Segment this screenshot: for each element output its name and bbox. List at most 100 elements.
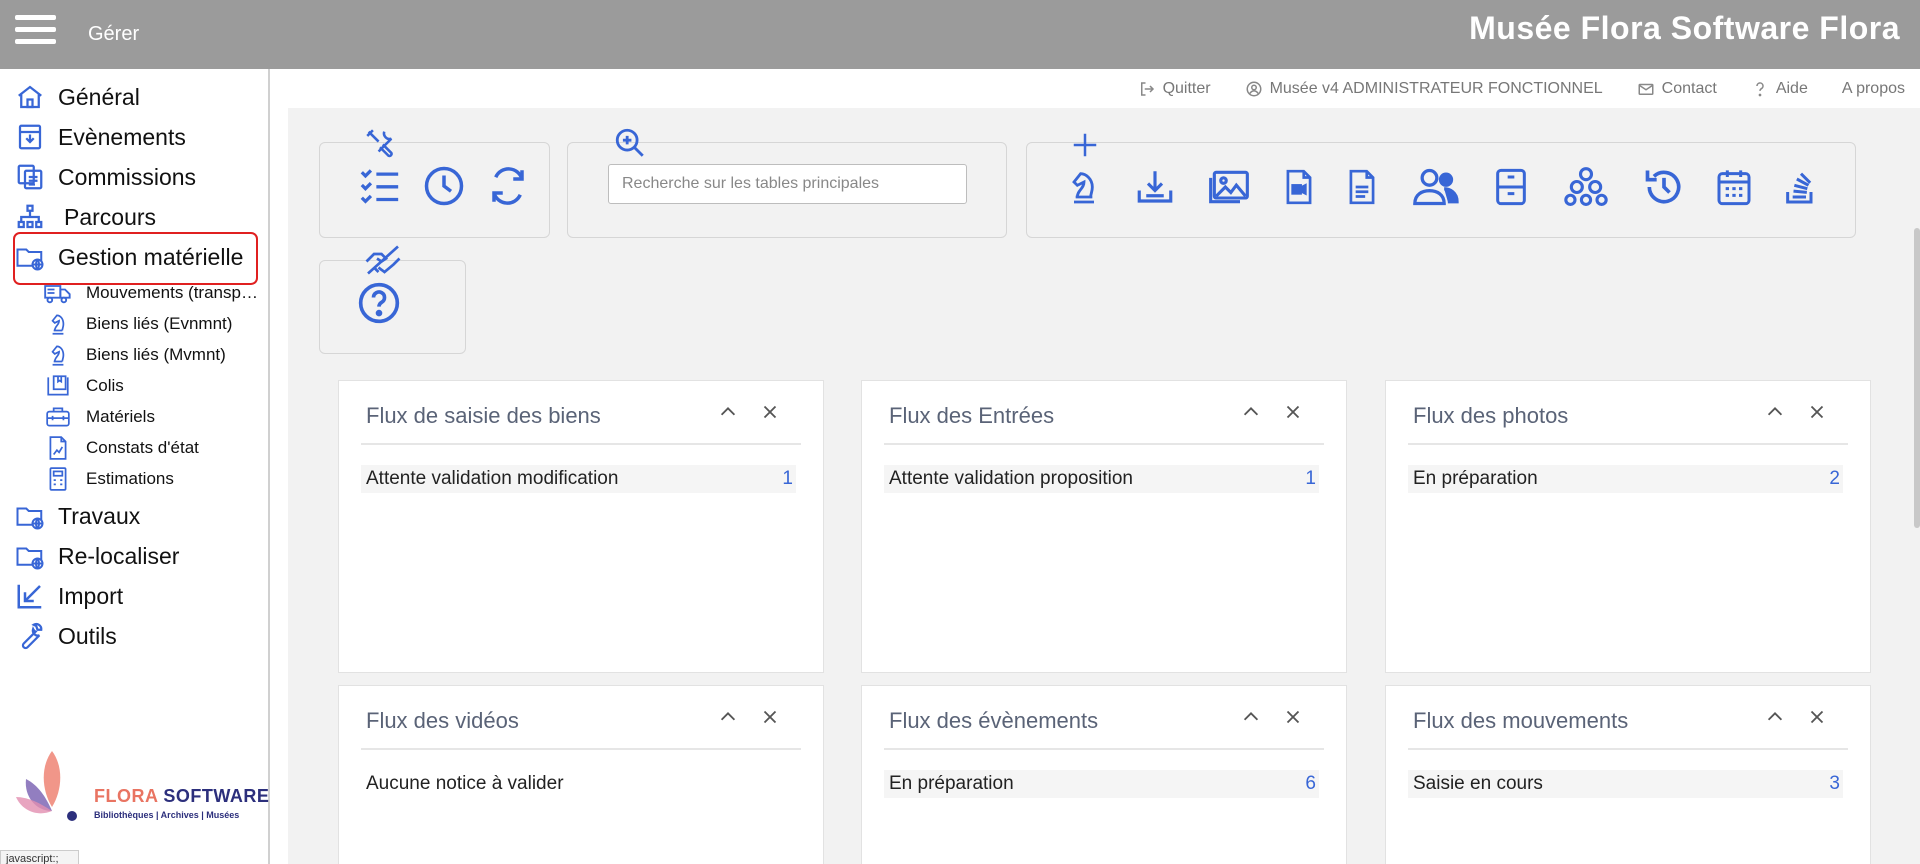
sidebar-subitem-linked-events[interactable]: Biens liés (Evnmnt) [44, 310, 232, 338]
panel-divider [1408, 443, 1848, 445]
clock-icon[interactable] [423, 165, 465, 207]
sidebar-item-label: Général [58, 83, 140, 110]
panel-row[interactable]: Attente validation proposition 1 [884, 465, 1319, 493]
sidebar-item-paths[interactable]: Parcours [14, 199, 156, 235]
sidebar-subitem-label: Colis [86, 376, 124, 395]
panel-row[interactable]: Saisie en cours 3 [1408, 770, 1843, 798]
row-label: En préparation [1413, 468, 1538, 489]
panel-row[interactable]: En préparation 6 [884, 770, 1319, 798]
sidebar-subitem-label: Constats d'état [86, 438, 199, 457]
close-icon[interactable] [759, 401, 781, 423]
panel-row: Aucune notice à valider [361, 770, 796, 798]
sidebar-subitem-label: Biens liés (Mvmnt) [86, 345, 226, 364]
panel-divider [361, 443, 801, 445]
header-links: Quitter Musée v4 ADMINISTRATEUR FONCTION… [1138, 80, 1905, 98]
sidebar-item-general[interactable]: Général [14, 79, 140, 115]
document-icon[interactable] [1343, 165, 1381, 209]
plus-icon[interactable] [1070, 130, 1100, 160]
panel-title: Flux des mouvements [1413, 708, 1629, 733]
file-cabinet-icon[interactable] [1491, 165, 1531, 209]
sidebar-item-tools[interactable]: Outils [14, 618, 117, 654]
zoom-in-icon[interactable] [613, 126, 647, 160]
sidebar-item-label: Import [58, 582, 124, 609]
user-link[interactable]: Musée v4 ADMINISTRATEUR FONCTIONNEL [1245, 80, 1603, 98]
chess-knight-icon[interactable] [1064, 165, 1104, 209]
envelope-icon [1638, 83, 1654, 95]
panel-movements-flow: Flux des mouvements Saisie en cours 3 [1385, 685, 1871, 864]
about-link[interactable]: A propos [1842, 80, 1905, 98]
sidebar-subitem-linked-movements[interactable]: Biens liés (Mvmnt) [44, 341, 226, 369]
users-icon[interactable] [1409, 165, 1461, 209]
close-icon[interactable] [1806, 706, 1828, 728]
sidebar-item-label: Evènements [58, 123, 186, 150]
row-count[interactable]: 1 [782, 468, 796, 490]
toolbox-icon [44, 403, 72, 431]
row-count[interactable]: 1 [1305, 468, 1319, 490]
network-circles-icon[interactable] [1562, 165, 1610, 209]
sidebar-subitem-parcels[interactable]: Colis [44, 372, 124, 400]
close-icon[interactable] [1282, 401, 1304, 423]
sidebar-subitem-label: Mouvements (transp… [86, 283, 258, 302]
tools-crossed-icon[interactable] [363, 126, 397, 160]
about-label: A propos [1841, 80, 1905, 97]
sidebar-item-events[interactable]: Evènements [14, 119, 186, 155]
folder-globe-icon [14, 540, 46, 572]
refresh-icon[interactable] [487, 165, 529, 207]
images-icon[interactable] [1206, 165, 1252, 209]
help-link[interactable]: Aide [1751, 80, 1808, 98]
folder-globe-icon [14, 500, 46, 532]
panel-divider [884, 748, 1324, 750]
chevron-up-icon[interactable] [717, 401, 739, 423]
row-label: Attente validation proposition [889, 468, 1133, 489]
manage-menu-label[interactable]: Gérer [88, 23, 139, 46]
flower-logo-icon [16, 751, 77, 821]
sidebar-item-import[interactable]: Import [14, 578, 123, 614]
chevron-up-icon[interactable] [1240, 401, 1262, 423]
history-icon[interactable] [1642, 165, 1686, 209]
close-icon[interactable] [759, 706, 781, 728]
sidebar-subitem-estimates[interactable]: Estimations [44, 465, 174, 493]
chevron-up-icon[interactable] [1764, 706, 1786, 728]
checklist-icon[interactable] [358, 165, 402, 205]
row-count[interactable]: 2 [1829, 468, 1843, 490]
video-file-icon[interactable] [1280, 165, 1318, 209]
chevron-up-icon[interactable] [717, 706, 739, 728]
row-count[interactable]: 6 [1305, 773, 1319, 795]
sidebar-item-label: Re-localiser [58, 542, 180, 569]
panel-photos-flow: Flux des photos En préparation 2 [1385, 380, 1871, 673]
file-chart-icon [44, 434, 72, 462]
user-label: Musée v4 ADMINISTRATEUR FONCTIONNEL [1269, 80, 1603, 97]
download-tray-icon[interactable] [1134, 165, 1176, 209]
scrollbar[interactable] [1914, 228, 1920, 528]
highlight-rectangle [13, 232, 258, 285]
sidebar-subitem-equipment[interactable]: Matériels [44, 403, 155, 431]
box-icon [44, 372, 72, 400]
panel-divider [361, 748, 801, 750]
handshake-icon[interactable] [362, 243, 404, 277]
stack-overflow-icon[interactable] [1781, 165, 1821, 209]
calendar-icon[interactable] [1714, 165, 1754, 209]
chevron-up-icon[interactable] [1764, 401, 1786, 423]
close-icon[interactable] [1282, 706, 1304, 728]
chevron-up-icon[interactable] [1240, 706, 1262, 728]
inbox-download-icon [14, 121, 46, 153]
hamburger-menu-icon[interactable] [15, 15, 56, 45]
sidebar-subitem-condition-reports[interactable]: Constats d'état [44, 434, 199, 462]
import-arrow-icon [14, 580, 46, 612]
row-count[interactable]: 3 [1829, 773, 1843, 795]
panel-title: Flux des vidéos [366, 708, 519, 733]
sidebar-item-works[interactable]: Travaux [14, 498, 140, 534]
panel-row[interactable]: Attente validation modification 1 [361, 465, 796, 493]
close-icon[interactable] [1806, 401, 1828, 423]
sidebar-item-relocate[interactable]: Re-localiser [14, 538, 179, 574]
sidebar-item-commissions[interactable]: Commissions [14, 159, 196, 195]
sidebar-item-label: Outils [58, 622, 117, 649]
wrench-icon [14, 620, 46, 652]
search-input[interactable] [608, 164, 967, 204]
contact-link[interactable]: Contact [1637, 80, 1717, 98]
row-label: Attente validation modification [366, 468, 619, 489]
quit-link[interactable]: Quitter [1138, 80, 1211, 98]
help-circle-icon[interactable] [357, 281, 401, 325]
panel-row[interactable]: En préparation 2 [1408, 465, 1843, 493]
panel-videos-flow: Flux des vidéos Aucune notice à valider [338, 685, 824, 864]
